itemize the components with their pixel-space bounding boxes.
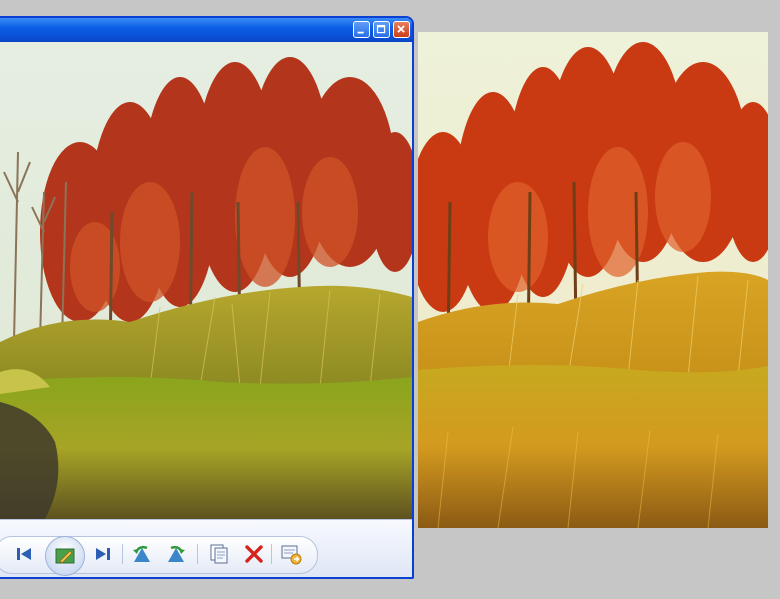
minimize-icon bbox=[357, 31, 364, 34]
toolbar-separator bbox=[271, 544, 272, 564]
title-bar[interactable] bbox=[0, 18, 412, 42]
copy-icon bbox=[210, 544, 228, 564]
landscape-photo bbox=[0, 42, 412, 519]
open-with-icon bbox=[281, 545, 302, 565]
rotate-left-button[interactable] bbox=[130, 542, 154, 566]
edit-pencil-icon bbox=[55, 548, 75, 564]
open-with-button[interactable] bbox=[279, 542, 303, 566]
toolbar-separator bbox=[122, 544, 123, 564]
previous-button[interactable] bbox=[12, 542, 36, 566]
skip-next-icon bbox=[96, 548, 110, 560]
copy-button[interactable] bbox=[207, 542, 231, 566]
photo-viewport bbox=[0, 42, 412, 519]
skip-previous-icon bbox=[17, 548, 31, 560]
close-icon bbox=[397, 25, 405, 33]
maximize-button[interactable] bbox=[373, 21, 390, 38]
viewer-toolbar bbox=[0, 519, 412, 577]
maximize-icon bbox=[376, 24, 386, 34]
rotate-clockwise-icon bbox=[168, 545, 185, 562]
delete-button[interactable] bbox=[242, 542, 266, 566]
rotate-right-button[interactable] bbox=[164, 542, 188, 566]
close-button[interactable] bbox=[393, 21, 410, 38]
rotate-counterclockwise-icon bbox=[133, 545, 150, 562]
delete-x-icon bbox=[245, 545, 263, 563]
toolbar-separator bbox=[197, 544, 198, 564]
edit-button[interactable] bbox=[45, 536, 85, 576]
next-button[interactable] bbox=[91, 542, 115, 566]
minimize-button[interactable] bbox=[353, 21, 370, 38]
meadow bbox=[0, 377, 412, 519]
comparison-photo bbox=[418, 32, 768, 528]
photo-viewer-window bbox=[0, 16, 414, 579]
landscape-photo-warm bbox=[418, 32, 768, 528]
meadow bbox=[418, 365, 768, 528]
